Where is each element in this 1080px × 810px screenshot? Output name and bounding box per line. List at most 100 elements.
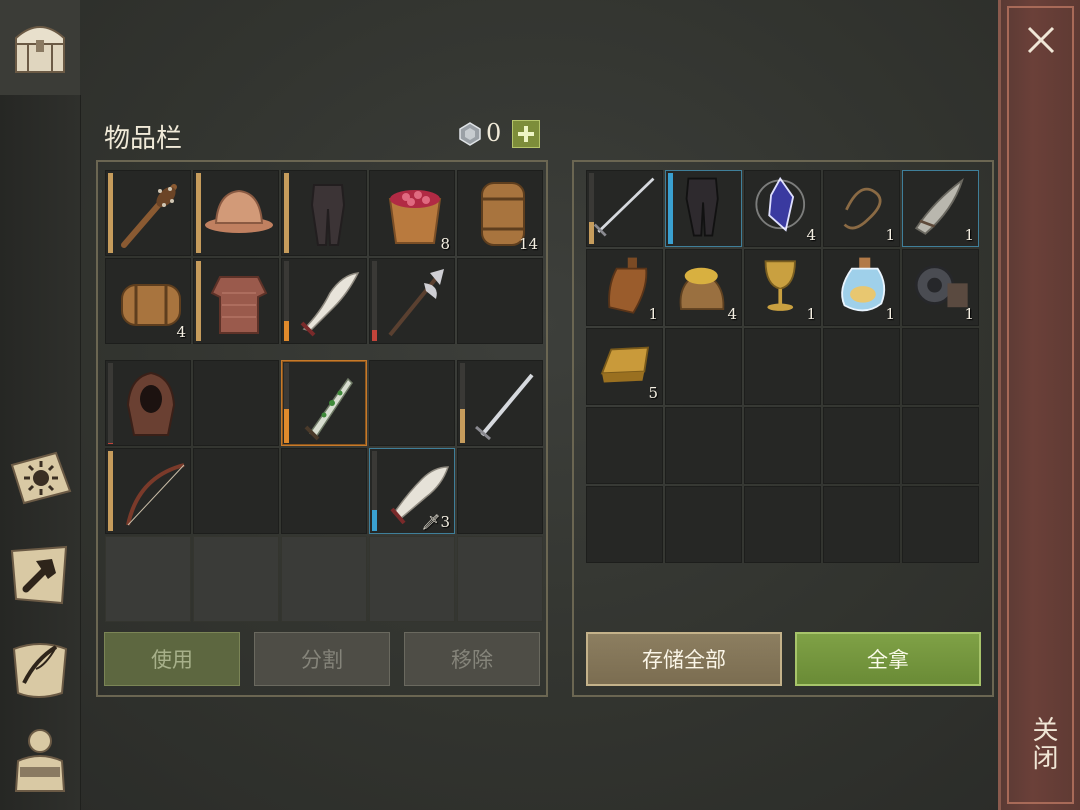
inventory-slot[interactable]	[281, 170, 367, 256]
grid-section-gap	[105, 346, 543, 358]
container-slot[interactable]	[744, 486, 821, 563]
container-slot[interactable]: 5	[586, 328, 663, 405]
container-slot[interactable]: 4	[665, 249, 742, 326]
container-slot[interactable]	[744, 407, 821, 484]
inventory-slot[interactable]: 4	[105, 258, 191, 344]
container-slot[interactable]	[586, 170, 663, 247]
sidebar-active-tab[interactable]	[0, 0, 80, 95]
use-button[interactable]: 使用	[104, 632, 240, 686]
item-quantity: 8	[440, 235, 450, 253]
container-slot[interactable]: 4	[744, 170, 821, 247]
inventory-slot[interactable]	[281, 536, 367, 622]
container-slot[interactable]	[586, 407, 663, 484]
container-slot[interactable]	[586, 486, 663, 563]
container-slot[interactable]: 1	[902, 170, 979, 247]
item-quantity: 4	[727, 305, 737, 323]
sidebar-body	[0, 95, 81, 810]
inventory-slot[interactable]	[369, 258, 455, 344]
container-slot[interactable]	[665, 407, 742, 484]
container-slot[interactable]: 1	[902, 249, 979, 326]
item-quantity: 1	[964, 305, 974, 323]
inventory-slot[interactable]	[457, 536, 543, 622]
add-currency-button[interactable]	[512, 120, 540, 148]
durability-bar	[284, 409, 289, 443]
container-slot[interactable]	[823, 407, 900, 484]
currency-count: 0	[486, 119, 502, 147]
hood-icon	[126, 371, 176, 436]
left-sidebar	[0, 0, 81, 810]
durability-bar	[108, 173, 113, 253]
inventory-slot[interactable]	[369, 360, 455, 446]
split-button[interactable]: 分割	[254, 632, 390, 686]
inventory-slot[interactable]	[281, 448, 367, 534]
inventory-slot[interactable]	[193, 258, 279, 344]
durability-track	[108, 363, 113, 443]
inventory-slot[interactable]	[193, 448, 279, 534]
sun-book-icon[interactable]	[6, 445, 74, 513]
inventory-slot[interactable]	[193, 360, 279, 446]
close-label[interactable]: 关闭	[1022, 716, 1062, 772]
item-quantity: 🗡3	[421, 513, 450, 531]
inventory-slot[interactable]	[457, 448, 543, 534]
inventory-slot[interactable]	[105, 360, 191, 446]
container-slot[interactable]: 1	[586, 249, 663, 326]
inventory-slot[interactable]	[281, 360, 367, 446]
item-quantity: 1	[885, 226, 895, 244]
durability-bar	[284, 321, 289, 341]
durability-bar	[372, 329, 377, 341]
dark-pants-icon	[685, 177, 719, 237]
item-quantity: 4	[806, 226, 816, 244]
container-slot[interactable]	[902, 328, 979, 405]
container-slot[interactable]	[823, 486, 900, 563]
container-slot[interactable]	[744, 328, 821, 405]
close-icon[interactable]	[1023, 22, 1059, 58]
curved-sword-icon	[300, 272, 360, 337]
leather-pants-icon	[310, 184, 346, 246]
inventory-slot[interactable]	[193, 170, 279, 256]
item-quantity: 5	[648, 384, 658, 402]
durability-bar	[108, 451, 113, 531]
inventory-slot[interactable]	[457, 360, 543, 446]
character-icon[interactable]	[6, 725, 74, 793]
container-slot[interactable]	[665, 328, 742, 405]
item-quantity: 14	[518, 235, 538, 253]
scroll-quill-icon[interactable]	[6, 635, 74, 703]
item-quantity: 1	[806, 305, 816, 323]
spiked-club-icon	[121, 184, 177, 248]
item-quantity: 4	[176, 323, 186, 341]
close-panel[interactable]	[998, 0, 1080, 810]
inventory-slot[interactable]	[369, 536, 455, 622]
inventory-slot[interactable]	[457, 258, 543, 344]
durability-bar	[372, 509, 377, 531]
inventory-slot[interactable]	[193, 536, 279, 622]
chainmail-icon	[210, 276, 268, 334]
container-slot[interactable]	[665, 170, 742, 247]
container-slot[interactable]	[902, 486, 979, 563]
inventory-grid: 8 14 4 🗡3	[105, 170, 543, 622]
inventory-slot[interactable]: 🗡3	[369, 448, 455, 534]
container-slot[interactable]	[902, 407, 979, 484]
durability-bar	[284, 173, 289, 253]
container-slot[interactable]: 1	[744, 249, 821, 326]
store-all-button[interactable]: 存储全部	[586, 632, 782, 686]
inventory-slot[interactable]	[281, 258, 367, 344]
container-slot[interactable]	[665, 486, 742, 563]
helmet-icon	[205, 189, 273, 233]
chest-icon[interactable]	[6, 14, 74, 82]
container-slot[interactable]: 1	[823, 170, 900, 247]
inventory-slot[interactable]	[105, 536, 191, 622]
inventory-title: 物品栏	[104, 124, 183, 154]
inventory-slot[interactable]	[105, 170, 191, 256]
durability-bar	[196, 173, 201, 253]
take-all-button[interactable]: 全拿	[795, 632, 981, 686]
item-quantity: 1	[964, 226, 974, 244]
longsword-icon	[475, 373, 534, 441]
container-slot[interactable]	[823, 328, 900, 405]
bow-icon	[126, 463, 185, 526]
inventory-slot[interactable]: 8	[369, 170, 455, 256]
container-slot[interactable]: 1	[823, 249, 900, 326]
inventory-slot[interactable]	[105, 448, 191, 534]
crafting-hammer-icon[interactable]	[6, 541, 74, 609]
inventory-slot[interactable]: 14	[457, 170, 543, 256]
remove-button[interactable]: 移除	[404, 632, 540, 686]
